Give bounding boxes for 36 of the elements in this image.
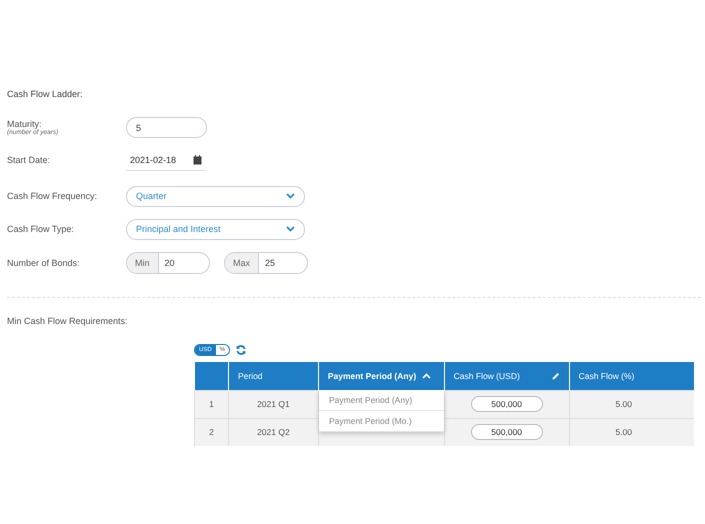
field-label: Cash Flow Frequency: <box>7 191 98 201</box>
chevron-down-icon <box>286 193 295 199</box>
menu-item[interactable]: Payment Period (Any) <box>319 390 444 411</box>
column-header[interactable]: Cash Flow (USD) <box>444 362 570 390</box>
field-label: Start Date: <box>7 155 52 165</box>
menu-item[interactable]: Payment Period (Mo.) <box>319 411 444 432</box>
date-field[interactable]: 2021-02-18 <box>126 149 206 171</box>
refresh-icon[interactable] <box>236 345 246 355</box>
chevron-up-icon <box>422 372 432 379</box>
field-label: Cash Flow Type: <box>7 224 75 234</box>
type-select[interactable]: Principal and Interest <box>126 218 305 240</box>
header-label: Cash Flow (USD) <box>454 370 520 381</box>
column-header: Period <box>228 362 318 390</box>
column-header: Cash Flow (%) <box>569 362 694 390</box>
chevron-down-icon <box>286 226 295 232</box>
field-label: Maturity: <box>7 119 43 129</box>
cash-flow-input[interactable]: 500,000 <box>470 396 543 412</box>
field-label: Number of Bonds: <box>7 258 81 268</box>
pencil-icon[interactable] <box>552 372 560 380</box>
table-cell: 2021 Q2 <box>228 418 318 446</box>
maturity-input[interactable]: 5 <box>126 117 207 138</box>
section-title: Cash Flow Ladder: <box>7 89 84 101</box>
frequency-select[interactable]: Quarter <box>126 186 305 206</box>
calendar-icon <box>193 154 202 164</box>
column-header <box>194 362 228 390</box>
table-cell: 5.00 <box>569 418 694 446</box>
table-cell: 1 <box>194 390 228 418</box>
max-input[interactable]: Max 25 <box>224 252 308 274</box>
section-label: Min Cash Flow Requirements: <box>7 316 129 326</box>
cash-flow-input[interactable]: 500,000 <box>470 424 543 440</box>
table-cell: 2 <box>194 418 228 446</box>
table-cell: 2021 Q1 <box>228 390 318 418</box>
header-label: Payment Period (Any) <box>328 370 416 381</box>
table-cell: 5.00 <box>569 390 694 418</box>
min-input[interactable]: Min 20 <box>126 252 210 274</box>
column-header[interactable]: Payment Period (Any) <box>318 362 444 390</box>
